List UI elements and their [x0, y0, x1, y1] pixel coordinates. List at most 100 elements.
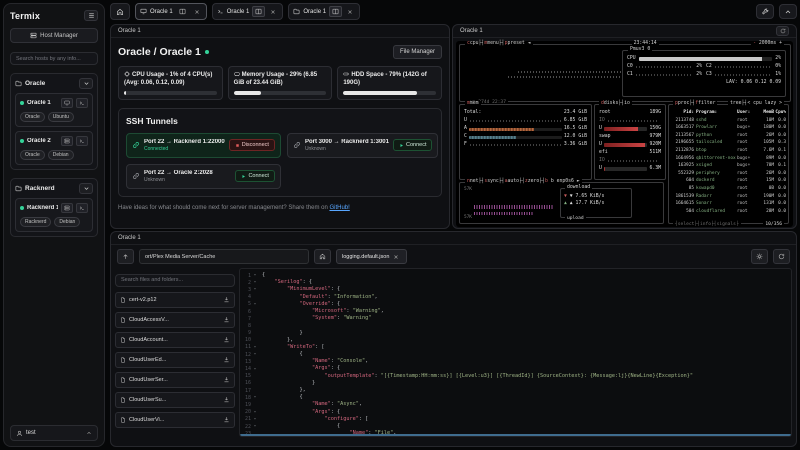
disk-name-row: swap 979M	[599, 133, 661, 141]
fold-chevron-icon[interactable]: ▾	[251, 345, 259, 350]
group-collapse-button[interactable]	[79, 78, 93, 89]
close-file-button[interactable]	[393, 254, 401, 260]
editor-horizontal-scrollbar[interactable]	[240, 433, 791, 436]
files-refresh-button[interactable]	[773, 249, 790, 264]
fold-chevron-icon[interactable]: ▾	[251, 352, 259, 357]
proc-cell: root	[737, 140, 748, 146]
gutter-line: 5 ▾	[240, 301, 260, 308]
host-tag: Ubuntu	[47, 112, 74, 122]
github-link[interactable]: GitHub!	[329, 205, 349, 211]
admin-button[interactable]	[756, 4, 774, 19]
host-terminal-button[interactable]	[76, 98, 88, 108]
tab-folder-oracle-1[interactable]: Oracle 1	[288, 3, 361, 20]
files-settings-button[interactable]	[751, 249, 768, 264]
connect-button[interactable]: Connect	[392, 139, 433, 152]
connect-button[interactable]: Connect	[235, 170, 275, 183]
proc-cell: 552329	[678, 170, 694, 176]
host-terminal-button[interactable]	[76, 203, 88, 213]
stat-progress-fill	[233, 91, 261, 95]
host-terminal-button[interactable]	[76, 136, 88, 146]
file-search-input[interactable]	[115, 273, 235, 287]
server-stats-panel: Oracle 1 Oracle / Oracle 1 File Manager …	[110, 24, 450, 229]
terminal-reconnect-button[interactable]	[776, 26, 789, 36]
open-file-tab[interactable]: logging.default.json	[336, 249, 408, 264]
tab-close-button[interactable]	[268, 6, 278, 17]
tab-close-button[interactable]	[192, 6, 202, 17]
home-button[interactable]	[110, 3, 130, 20]
tab-close-button[interactable]	[345, 6, 355, 17]
collapse-topbar-button[interactable]	[779, 4, 797, 19]
download-icon	[223, 396, 230, 403]
fold-chevron-icon[interactable]: ▾	[251, 273, 259, 278]
tab-monitor-oracle-1[interactable]: Oracle 1	[135, 3, 207, 20]
host-manager-button[interactable]: Host Manager	[10, 28, 98, 43]
file-item[interactable]: CloudAccount...	[115, 331, 235, 348]
mem-row: A 16.5 GiB	[464, 125, 587, 133]
tab-split-button[interactable]	[252, 6, 266, 17]
file-manager-button[interactable]: File Manager	[392, 45, 442, 59]
tab-terminal-oracle-1[interactable]: Oracle 1	[211, 3, 284, 20]
fold-chevron-icon[interactable]: ▾	[251, 410, 259, 415]
stat-progress-fill	[124, 91, 126, 95]
proc-cell: sshd	[696, 117, 707, 123]
user-menu[interactable]: test	[10, 425, 98, 441]
host-files-button[interactable]	[61, 203, 73, 213]
gutter-line: 14 ▾	[240, 365, 260, 372]
disconnect-button[interactable]: Disconnect	[228, 139, 275, 152]
core-graph	[635, 66, 694, 68]
host-files-button[interactable]	[61, 98, 73, 108]
fold-chevron-icon[interactable]: ▾	[251, 367, 259, 372]
host-group-header[interactable]: Racknerd	[15, 183, 93, 194]
core-graph	[714, 74, 773, 76]
feedback-note: Have ideas for what should come next for…	[118, 204, 350, 211]
terminal-icon	[217, 8, 224, 15]
fold-chevron-icon[interactable]: ▾	[251, 280, 259, 285]
fold-chevron-icon[interactable]: ▾	[251, 395, 259, 400]
gutter-line: 4	[240, 294, 260, 301]
file-item[interactable]: CloudAccessV...	[115, 311, 235, 328]
code-editor[interactable]: 1 ▾ 2 ▾ 3 ▾ 4 5 ▾ 6 7 8 9 10 11 ▾ 12 ▾ 13 14 ▾ 15 16 17 18 ▾ 19 20 ▾…	[239, 268, 792, 437]
path-input[interactable]	[139, 249, 309, 264]
host-item-racknerd-1[interactable]: Racknerd 1 Racknerd Debian	[15, 198, 93, 232]
file-item[interactable]: CloudUserSu...	[115, 391, 235, 408]
fold-chevron-icon[interactable]: ▾	[251, 302, 259, 307]
file-item[interactable]: CloudUserEd...	[115, 351, 235, 368]
fold-chevron-icon[interactable]: ▾	[251, 424, 259, 429]
disk-io-label: IO	[599, 118, 605, 123]
line-number: 2	[247, 279, 251, 286]
fold-chevron-icon[interactable]: ▾	[251, 287, 259, 292]
fold-chevron-icon[interactable]: ▾	[251, 417, 259, 422]
btop-cpu-detail-box: Pmuv3 0 CPU 2% C0 2% C2 0% C1 2% C3 1% LAV: 0.0…	[622, 47, 786, 97]
host-item-oracle-2[interactable]: Oracle 2 Oracle Debian	[15, 131, 93, 165]
host-search-input[interactable]	[10, 52, 98, 65]
stat-progress-track	[124, 91, 217, 95]
tab-split-button[interactable]	[176, 6, 189, 17]
host-files-button[interactable]	[61, 136, 73, 146]
monitor-icon	[64, 100, 70, 106]
file-item[interactable]: CloudUserSer...	[115, 371, 235, 388]
terminal-screen[interactable]: ccpu├┤mmenu├┤ppreset ◄ 23:44:14 - 2000ms…	[456, 41, 793, 227]
tunnel-info: Port 22 → Oracle 2:2028 Unknown	[144, 170, 231, 183]
host-group-header[interactable]: Oracle	[15, 78, 93, 89]
editor-gutter: 1 ▾ 2 ▾ 3 ▾ 4 5 ▾ 6 7 8 9 10 11 ▾ 12 ▾ 13 14 ▾ 15 16 17 18 ▾ 19 20 ▾…	[240, 269, 260, 436]
host-manager-label: Host Manager	[40, 32, 78, 39]
line-number: 16	[244, 380, 251, 387]
files-home-button[interactable]	[314, 249, 331, 264]
path-up-button[interactable]	[117, 249, 134, 264]
play-icon	[241, 174, 246, 179]
file-item[interactable]: CloudUserVi...	[115, 411, 235, 428]
disk-name: efi	[599, 150, 608, 155]
host-item-oracle-1[interactable]: Oracle 1 Oracle Ubuntu	[15, 93, 93, 127]
proc-cell: 190M	[763, 193, 774, 199]
sidebar-collapse-button[interactable]	[84, 10, 98, 21]
proc-cell: 131M	[763, 201, 774, 207]
tunnel-status: Connected	[144, 145, 169, 152]
tab-split-button[interactable]	[329, 6, 343, 17]
group-collapse-button[interactable]	[79, 183, 93, 194]
file-icon	[120, 317, 126, 323]
editor-code: { "Serilog": { "MinimumLevel": { "Defaul…	[260, 269, 791, 436]
file-name: CloudUserEd...	[129, 356, 167, 363]
line-number: 5	[247, 301, 251, 308]
file-item[interactable]: cert-v2.p12	[115, 291, 235, 308]
